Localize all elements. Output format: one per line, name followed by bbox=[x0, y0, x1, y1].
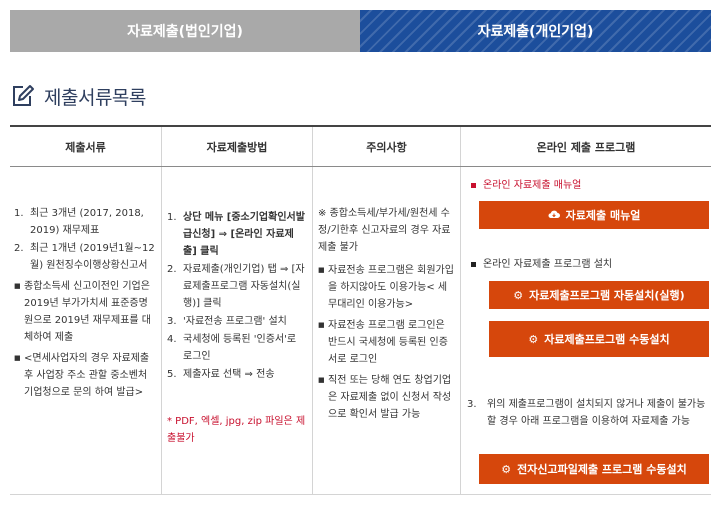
manual-install-button[interactable]: ⚙ 자료제출프로그램 수동설치 bbox=[489, 321, 709, 357]
tab-corporate[interactable]: 자료제출(법인기업) bbox=[10, 10, 360, 52]
manual-label: 온라인 자료제출 매뉴얼 bbox=[471, 177, 581, 194]
bullet-icon: ■ bbox=[318, 376, 325, 384]
efile-install-button[interactable]: ⚙ 전자신고파일제출 프로그램 수동설치 bbox=[479, 454, 709, 484]
bullet-icon: ■ bbox=[318, 321, 325, 329]
header-notes: 주의사항 bbox=[313, 127, 461, 166]
header-method: 자료제출방법 bbox=[162, 127, 313, 166]
auto-install-button[interactable]: ⚙ 자료제출프로그램 자동설치(실행) bbox=[489, 281, 709, 309]
table-header: 제출서류 자료제출방법 주의사항 온라인 제출 프로그램 bbox=[10, 127, 711, 167]
table-body: 1. 최근 3개년 (2017, 2018, 2019) 재무제표 2. 최근 … bbox=[10, 167, 711, 494]
cloud-download-icon bbox=[548, 207, 560, 224]
file-type-note: * PDF, 엑셀, jpg, zip 파일은 제출불가 bbox=[167, 416, 306, 444]
bullet-icon: ■ bbox=[318, 266, 325, 274]
list-item: ■ <면세사업자의 경우 자료제출 후 사업장 주소 관할 중소벤처기업청으로 … bbox=[14, 350, 155, 401]
list-item: 2. 최근 1개년 (2019년1월~12월) 원천징수이행상황신고서 bbox=[14, 243, 155, 271]
list-item: 1. 최근 3개년 (2017, 2018, 2019) 재무제표 bbox=[14, 208, 144, 236]
notes-cell: ※ 종합소득세/부가세/원천세 수정/기한후 신고자료의 경우 자료제출 불가 … bbox=[313, 167, 461, 494]
list-item: ■ 자료전송 프로그램 로그인은 반드시 국세청에 등록된 인증서로 로그인 bbox=[318, 317, 455, 368]
document-table: 제출서류 자료제출방법 주의사항 온라인 제출 프로그램 1. 최근 3개년 (… bbox=[10, 125, 711, 495]
bullet-icon bbox=[471, 182, 476, 188]
manual-download-button[interactable]: 자료제출 매뉴얼 bbox=[479, 201, 709, 229]
restriction-note: ※ 종합소득세/부가세/원천세 수정/기한후 신고자료의 경우 자료제출 불가 bbox=[318, 208, 451, 253]
list-item: 2. 자료제출(개인기업) 탭 ⇒ [자료제출프로그램 자동설치(실행)] 클릭 bbox=[167, 264, 305, 309]
gear-icon: ⚙ bbox=[501, 462, 512, 476]
section-heading: 제출서류목록 bbox=[10, 82, 146, 110]
list-item: 5. 제출자료 선택 ⇒ 전송 bbox=[167, 369, 275, 380]
header-program: 온라인 제출 프로그램 bbox=[536, 140, 636, 154]
edit-icon bbox=[13, 85, 34, 106]
list-item: 1. 상단 메뉴 [중소기업확인서발급신청] ⇒ [온라인 자료제출] 클릭 bbox=[167, 212, 305, 257]
bullet-icon: ■ bbox=[14, 354, 21, 362]
install-label: 온라인 자료제출 프로그램 설치 bbox=[471, 256, 612, 273]
method-cell: 1. 상단 메뉴 [중소기업확인서발급신청] ⇒ [온라인 자료제출] 클릭 2… bbox=[162, 167, 313, 494]
list-item: 4. 국세청에 등록된 '인증서'로 로그인 bbox=[167, 334, 297, 362]
fallback-note: 3. 위의 제출프로그램이 설치되지 않거나 제출이 불가능할 경우 아래 프로… bbox=[467, 399, 706, 427]
list-item: ■ 직전 또는 당해 연도 창업기업은 자료제출 없이 신청서 작성으로 확인서… bbox=[318, 372, 455, 423]
bullet-icon: ■ bbox=[14, 282, 21, 290]
list-item: 3. '자료전송 프로그램' 설치 bbox=[167, 316, 287, 327]
gear-icon: ⚙ bbox=[513, 288, 524, 302]
gear-icon: ⚙ bbox=[528, 332, 539, 346]
program-cell: 온라인 자료제출 매뉴얼 자료제출 매뉴얼 온라인 자료제출 프로그램 설치 ⚙… bbox=[461, 167, 711, 494]
list-item: ■ 종합소득세 신고이전인 기업은 2019년 부가가치세 표준증명원으로 20… bbox=[14, 278, 155, 346]
page-title: 제출서류목록 bbox=[44, 86, 146, 109]
header-documents: 제출서류 bbox=[10, 127, 162, 166]
list-item: ■ 자료전송 프로그램은 회원가입을 하지않아도 이용가능< 세무대리인 이용가… bbox=[318, 262, 455, 313]
tab-individual[interactable]: 자료제출(개인기업) bbox=[360, 10, 711, 52]
bullet-icon bbox=[471, 261, 476, 267]
tab-bar: 자료제출(법인기업) 자료제출(개인기업) bbox=[10, 10, 711, 52]
documents-cell: 1. 최근 3개년 (2017, 2018, 2019) 재무제표 2. 최근 … bbox=[10, 167, 162, 494]
